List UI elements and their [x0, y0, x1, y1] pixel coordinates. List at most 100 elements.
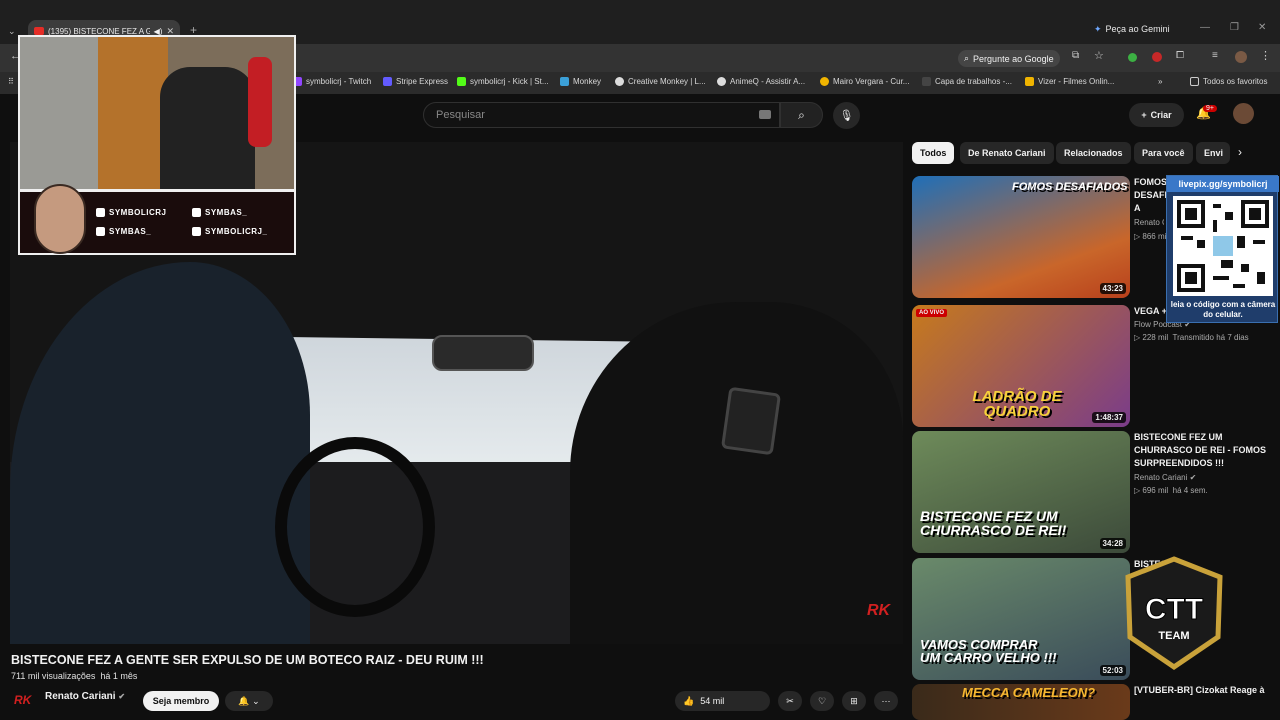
recommendation-title[interactable]: FOMOS DESAFIADOS A COMER CARANGUEJO COM …: [1134, 176, 1166, 216]
like-button[interactable]: 👍 54 mil: [675, 691, 770, 711]
youtube-favicon-icon: [34, 27, 44, 35]
chip-from-channel[interactable]: De Renato Cariani: [960, 142, 1054, 164]
recommendation-meta: ▷ 228 mil Transmitido há 7 dias: [1134, 333, 1249, 342]
recommendation-channel[interactable]: Renato Cariani: [1134, 218, 1164, 227]
bookmark-item[interactable]: Creative Monkey | L...: [615, 77, 706, 86]
recommendation-item[interactable]: MECCA CAMELEON? [VTUBER-BR] Cizokat Reag…: [912, 684, 1272, 720]
close-window-icon[interactable]: ✕: [1258, 22, 1266, 33]
ask-google-button[interactable]: ⌕ Pergunte ao Google: [958, 50, 1060, 67]
recommendation-item[interactable]: BISTECONE FEZ UM CHURRASCO DE REI! 34:28…: [912, 431, 1272, 553]
ask-google-label: Pergunte ao Google: [973, 53, 1054, 64]
globe-icon: [615, 77, 624, 86]
twitch-handle: SYMBOLICRJ: [96, 208, 166, 217]
channel-name[interactable]: Renato Cariani ✔: [45, 691, 125, 702]
notify-button[interactable]: 🔔 ⌄: [225, 691, 273, 711]
more-bookmarks-icon[interactable]: »: [1158, 77, 1162, 86]
video-title: BISTECONE FEZ A GENTE SER EXPULSO DE UM …: [11, 653, 484, 667]
bookmark-item[interactable]: Stripe Express: [383, 77, 448, 86]
search-placeholder: Pesquisar: [436, 109, 485, 121]
recommendation-views: 866 mil: [1142, 232, 1169, 241]
chip-for-you[interactable]: Para você: [1134, 142, 1193, 164]
live-badge: AO VIVO: [916, 309, 948, 317]
profile-avatar[interactable]: [1235, 51, 1247, 63]
recommendation-title[interactable]: BISTECONE FEZ UM CHURRASCO DE REI - FOMO…: [1134, 431, 1269, 470]
bookmark-item[interactable]: Vizer - Filmes Onlin...: [1025, 77, 1114, 86]
monkey-icon: [560, 77, 569, 86]
bookmark-item[interactable]: Capa de trabalhos -...: [922, 77, 1012, 86]
account-avatar[interactable]: [1233, 103, 1254, 124]
bell-icon: 🔔 ⌄: [238, 695, 260, 706]
bookmark-label: Monkey: [573, 77, 602, 86]
chip-all[interactable]: Todos: [912, 142, 955, 164]
tiktok-icon: [192, 208, 201, 217]
remix-button[interactable]: ✂: [778, 691, 802, 711]
bookmark-star-icon[interactable]: ☆: [1094, 49, 1104, 62]
create-label: Criar: [1150, 110, 1172, 120]
voice-search-button[interactable]: 🎙: [833, 102, 860, 129]
save-button[interactable]: ⊞: [842, 691, 866, 711]
maximize-icon[interactable]: ❐: [1230, 22, 1239, 33]
gemini-button[interactable]: ✦ Peça ao Gemini: [1094, 24, 1170, 35]
instagram-icon: [192, 227, 201, 236]
all-favorites-label: Todos os favoritos: [1203, 77, 1268, 86]
all-favorites[interactable]: Todos os favoritos: [1190, 77, 1267, 86]
search-input[interactable]: Pesquisar: [423, 102, 780, 128]
apps-icon[interactable]: ⠿: [8, 77, 14, 86]
cast-icon[interactable]: ⧉: [1072, 50, 1079, 61]
video-duration: 1:48:37: [1092, 412, 1126, 423]
capa-icon: [922, 77, 931, 86]
minimize-icon[interactable]: —: [1200, 22, 1210, 33]
extension-red-icon[interactable]: [1152, 52, 1162, 62]
join-button[interactable]: Seja membro: [143, 691, 219, 711]
webcam-wall: [20, 37, 98, 189]
social-handles-overlay: SYMBOLICRJ SYMBAS_ SYMBAS_ SYMBOLICRJ_: [18, 184, 296, 255]
recommendation-channel[interactable]: Renato Cariani ✔: [1134, 473, 1196, 482]
globe-icon: [717, 77, 726, 86]
reading-list-icon[interactable]: ≡: [1212, 50, 1218, 61]
search-button[interactable]: ⌕: [780, 102, 823, 128]
microphone-icon: 🎙: [839, 110, 854, 122]
chip-related[interactable]: Relacionados: [1056, 142, 1131, 164]
video-thumbnail[interactable]: MECCA CAMELEON?: [912, 684, 1130, 720]
chip-uploads[interactable]: Envi: [1196, 142, 1230, 164]
keyboard-icon[interactable]: [759, 110, 771, 119]
video-duration: 43:23: [1099, 283, 1126, 294]
bookmark-item[interactable]: AnimeQ - Assistir A...: [717, 77, 805, 86]
thumbnail-text: BISTECONE FEZ UM CHURRASCO DE REI!: [920, 508, 1067, 538]
webcam-red-object: [248, 57, 272, 147]
extensions-icon[interactable]: ⧠: [1176, 50, 1184, 61]
chips-next-icon[interactable]: ›: [1238, 145, 1242, 159]
more-icon: ⋯: [881, 695, 891, 706]
video-thumbnail[interactable]: BISTECONE FEZ UM CHURRASCO DE REI! 34:28: [912, 431, 1130, 553]
bookmark-label: symbolicrj - Kick | St...: [470, 77, 549, 86]
twitch-icon: [96, 208, 105, 217]
video-thumbnail[interactable]: FOMOS DESAFIADOS 43:23: [912, 176, 1130, 298]
more-actions-button[interactable]: ⋯: [874, 691, 898, 711]
recommendation-title[interactable]: [VTUBER-BR] Cizokat Reage à: [1134, 684, 1269, 697]
video-thumbnail[interactable]: VAMOS COMPRAR UM CARRO VELHO !!! 52:03: [912, 558, 1130, 680]
browser-menu-icon[interactable]: ⋮: [1260, 49, 1271, 62]
video-thumbnail[interactable]: AO VIVO LADRÃO DE QUADRO 1:48:37: [912, 305, 1130, 427]
bookmark-label: Stripe Express: [396, 77, 449, 86]
bookmark-label: Vizer - Filmes Onlin...: [1038, 77, 1115, 86]
thanks-icon: ♡: [817, 695, 827, 706]
bookmark-label: Creative Monkey | L...: [628, 77, 706, 86]
bookmark-item[interactable]: Mairo Vergara - Cur...: [820, 77, 909, 86]
create-button[interactable]: + Criar: [1129, 103, 1184, 127]
thumbnail-text: FOMOS DESAFIADOS: [1012, 181, 1128, 193]
bookmark-label: symbolicrj - Twitch: [306, 77, 372, 86]
thanks-button[interactable]: ♡: [810, 691, 834, 711]
folder-icon: [1190, 77, 1199, 86]
recommendation-item[interactable]: AO VIVO LADRÃO DE QUADRO 1:48:37 VEGA + …: [912, 305, 1272, 427]
bookmark-item[interactable]: Monkey: [560, 77, 601, 86]
gemini-label: Peça ao Gemini: [1105, 24, 1170, 34]
bookmark-item[interactable]: symbolicrj - Kick | St...: [457, 77, 549, 86]
qr-footer: leia o código com a câmera do celular.: [1170, 300, 1276, 319]
bookmark-item[interactable]: symbolicrj - Twitch: [293, 77, 371, 86]
extension-green-icon[interactable]: [1128, 53, 1137, 62]
channel-logo[interactable]: RK: [14, 693, 36, 707]
search-icon: ⌕: [798, 107, 805, 122]
tab-list-icon[interactable]: ⌄: [8, 26, 16, 37]
plus-icon: +: [1141, 110, 1147, 120]
ctt-text: CTT: [1145, 593, 1203, 626]
